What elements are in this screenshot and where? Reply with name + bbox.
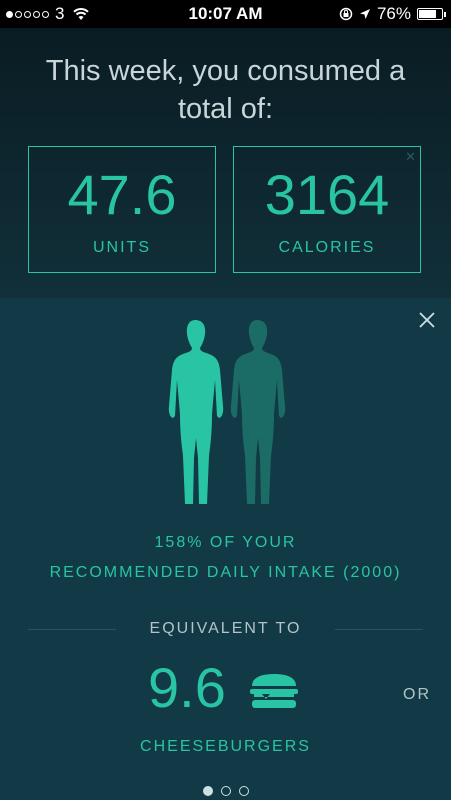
equivalent-divider: EQUIVALENT TO [28,620,423,640]
units-stat-box[interactable]: 47.6 UNITS [28,146,216,273]
or-label: OR [403,686,431,703]
page-dot[interactable] [238,786,249,796]
close-icon: ✕ [405,149,416,164]
location-arrow-icon [359,9,370,19]
lock-rotation-icon [339,7,353,21]
units-value: 47.6 [67,163,177,226]
calories-value: 3164 [264,163,390,226]
recommended-intake: RECOMMENDED DAILY INTAKE (2000) [49,564,402,581]
equivalent-item: CHEESEBURGERS [140,738,311,755]
body-figure-icon [230,320,286,504]
calories-label: CALORIES [278,239,376,256]
page-dot[interactable] [220,786,231,796]
percent-of-intake: 158% OF YOUR [154,534,297,551]
calories-stat-box[interactable]: ✕ 3164 CALORIES [233,146,421,273]
calories-detail-card: 158% OF YOUR RECOMMENDED DAILY INTAKE (2… [0,298,451,800]
status-bar: 3 10:07 AM 76% [0,0,451,28]
units-label: UNITS [93,239,151,256]
battery-percent: 76% [376,4,411,23]
page-indicator[interactable] [0,786,451,796]
equivalent-value: 9.6 [148,656,226,719]
cheeseburger-icon [250,674,298,708]
close-icon[interactable] [417,310,437,330]
battery-level [419,10,436,18]
page-dot[interactable] [202,786,213,796]
battery-icon [417,8,446,20]
body-figures [168,320,286,504]
status-right: 76% [339,4,446,24]
summary-headline: This week, you consumed a total of: [45,55,406,125]
divider-line [335,629,423,630]
weekly-summary: This week, you consumed a total of: 47.6… [0,28,451,298]
body-figure-icon [168,320,224,504]
